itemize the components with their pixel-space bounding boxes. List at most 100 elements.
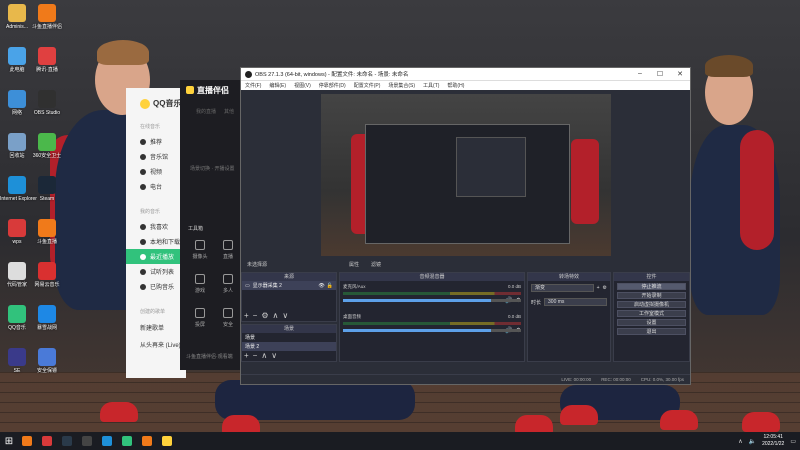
volume-icon[interactable]: 🔈 [749, 438, 756, 445]
clock[interactable]: 12:05:41 2022/1/22 [762, 434, 784, 448]
obs-titlebar[interactable]: OBS 27.1.3 (64-bit, windows) - 配置文件: 未命名… [241, 68, 690, 80]
qq-nav-item[interactable]: 视频 [126, 164, 186, 179]
desktop-icon[interactable]: 此电脑 [0, 47, 34, 73]
qq-nav-item[interactable]: 最近播放 [126, 249, 186, 264]
source-item[interactable]: ▭ 显示器采集 2 👁 🔓 [242, 281, 336, 290]
desktop-icon[interactable]: 斗鱼直播伴侣 [30, 4, 64, 30]
taskbar-app[interactable] [138, 434, 156, 448]
notification-icon[interactable]: ▭ [790, 438, 796, 445]
menu-item[interactable]: 帮助(H) [447, 82, 464, 89]
toolbox-item[interactable]: 摄像头 [186, 240, 214, 260]
remove-icon[interactable]: − [253, 351, 258, 360]
desktop-icon[interactable]: 网络 [0, 90, 34, 116]
remove-icon[interactable]: − [253, 311, 258, 320]
qq-nav-item[interactable]: 推荐 [126, 134, 186, 149]
eye-icon[interactable]: 👁 [318, 283, 324, 289]
gear-icon[interactable]: ⚙ [261, 311, 268, 320]
taskbar-app[interactable] [38, 434, 56, 448]
playlist-item[interactable]: 新建歌单 [126, 319, 186, 336]
toolbox-item[interactable]: 直播 [214, 240, 242, 260]
volume-slider[interactable] [343, 299, 521, 302]
transition-select[interactable]: 渐变 [531, 284, 594, 292]
obs-preview[interactable] [321, 94, 611, 256]
tool-label: 直播 [222, 254, 233, 260]
taskbar-app[interactable] [18, 434, 36, 448]
control-button[interactable]: 开始录制 [617, 291, 686, 299]
playlist-item[interactable]: 从头再来 (Live) [126, 336, 186, 353]
up-icon[interactable]: ∧ [261, 351, 267, 360]
taskbar-app[interactable] [58, 434, 76, 448]
menu-item[interactable]: 文件(F) [245, 82, 261, 89]
volume-slider[interactable] [343, 329, 521, 332]
gear-icon[interactable]: ⚙ [603, 285, 607, 291]
windows-start-icon[interactable]: ⊞ [0, 436, 18, 447]
desktop-icon[interactable]: 网易云音乐 [30, 262, 64, 288]
toolbox-item[interactable]: 投屏 [186, 308, 214, 328]
add-icon[interactable]: + [244, 351, 249, 360]
recycle-bin-icon [8, 133, 26, 151]
scene-item[interactable]: 场景 [242, 333, 336, 342]
scenes-dock: 场景 场景 场景 2 + − ∧ ∨ [241, 324, 337, 362]
qq-music-window[interactable]: QQ音乐 在线音乐 推荐 音乐馆 视频 电台 我的音乐 我喜欢 本地和下载 最近播放 试听列… [126, 88, 186, 378]
duration-input[interactable]: 300 ms [544, 298, 607, 306]
desktop-icon[interactable]: 暴雪战网 [30, 305, 64, 331]
qq-nav-item[interactable]: 试听列表 [126, 264, 186, 279]
taskbar-app[interactable] [78, 434, 96, 448]
qq-nav-item[interactable]: 我喜欢 [126, 219, 186, 234]
desktop-icon-label: 网络 [11, 110, 22, 116]
qq-nav-item[interactable]: 电台 [126, 179, 186, 194]
wallpaper-shoe [742, 412, 780, 432]
desktop-icon[interactable]: wps [0, 219, 34, 245]
desktop-icon[interactable]: 回收站 [0, 133, 34, 159]
scene-item[interactable]: 场景 2 [242, 342, 336, 351]
menu-item[interactable]: 编辑(E) [269, 82, 286, 89]
desktop-icon[interactable]: Adminis... [0, 4, 34, 30]
taskbar-app[interactable] [158, 434, 176, 448]
control-button[interactable]: 停止推流 [617, 282, 686, 290]
menu-item[interactable]: 场景集合(S) [388, 82, 415, 89]
menu-item[interactable]: 工具(T) [423, 82, 439, 89]
down-icon[interactable]: ∨ [271, 351, 277, 360]
add-icon[interactable]: + [244, 311, 249, 320]
close-icon[interactable]: ✕ [670, 70, 690, 78]
qq-nav-item[interactable]: 已购音乐 [126, 279, 186, 294]
menu-item[interactable]: 视图(V) [294, 82, 311, 89]
desktop-icon[interactable]: 代码管家 [0, 262, 34, 288]
control-button[interactable]: 设置 [617, 318, 686, 326]
add-icon[interactable]: + [597, 285, 600, 291]
maximize-icon[interactable]: ☐ [650, 70, 670, 78]
desktop-icon[interactable]: 360安全卫士 [30, 133, 64, 159]
desktop-icon[interactable]: 斗鱼直播 [30, 219, 64, 245]
control-button[interactable]: 启动虚拟摄像机 [617, 300, 686, 308]
obs-window[interactable]: OBS 27.1.3 (64-bit, windows) - 配置文件: 未命名… [240, 67, 691, 385]
toolbox-item[interactable]: 安全 [214, 308, 242, 328]
desktop-icon[interactable]: Internet Explorer [0, 176, 37, 202]
desktop-icon[interactable]: 安全保镖 [30, 348, 64, 374]
lock-icon[interactable]: 🔓 [327, 283, 333, 289]
qq-nav-item[interactable]: 音乐馆 [126, 149, 186, 164]
obs-statusbar: LIVE: 00:00:00 REC: 00:00:00 CPU: 0.0%, … [241, 374, 690, 384]
desktop-icon[interactable]: 腾讯·直播 [30, 47, 64, 73]
live-companion-window[interactable]: 直播伴侣 我的直播 其他 场景切换 · 开播设置 工具箱 摄像头 直播 游戏 多人 投屏… [180, 80, 242, 370]
taskbar-app[interactable] [118, 434, 136, 448]
tab-other[interactable]: 其他 [224, 108, 234, 115]
minimize-icon[interactable]: – [630, 70, 650, 78]
chevron-up-icon[interactable]: ∧ [738, 438, 742, 445]
qq-nav-item[interactable]: 本地和下载 [126, 234, 186, 249]
toolbox-item[interactable]: 游戏 [186, 274, 214, 294]
properties-button[interactable]: 属性 [343, 261, 365, 268]
taskbar-app[interactable] [98, 434, 116, 448]
desktop-icon[interactable]: QQ音乐 [0, 305, 34, 331]
toolbox-item[interactable]: 多人 [214, 274, 242, 294]
control-button[interactable]: 工作室模式 [617, 309, 686, 317]
up-icon[interactable]: ∧ [273, 311, 279, 320]
down-icon[interactable]: ∨ [282, 311, 288, 320]
tab-my-live[interactable]: 我的直播 [196, 108, 216, 115]
desktop-icon[interactable]: Steam [30, 176, 64, 202]
desktop-icon[interactable]: OBS Studio [30, 90, 64, 116]
filters-button[interactable]: 滤镜 [365, 261, 387, 268]
control-button[interactable]: 退出 [617, 327, 686, 335]
menu-item[interactable]: 配置文件(P) [354, 82, 381, 89]
desktop-icon[interactable]: SE [0, 348, 34, 374]
menu-item[interactable]: 停靠部件(D) [319, 82, 346, 89]
